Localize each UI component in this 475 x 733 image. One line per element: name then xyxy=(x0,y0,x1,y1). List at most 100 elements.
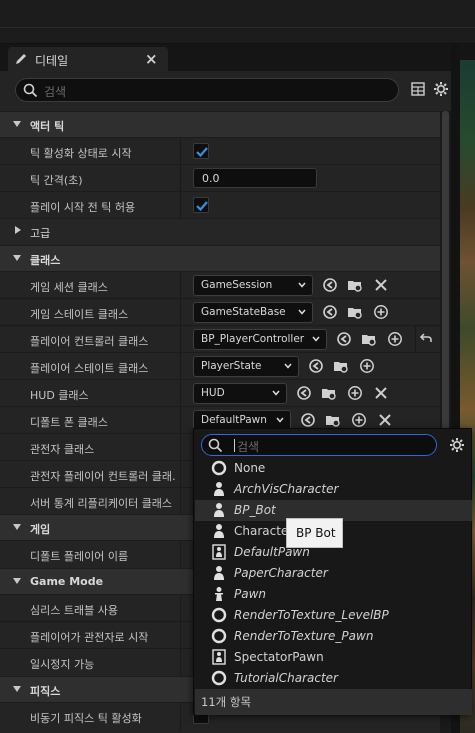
section-classes[interactable]: 클래스 xyxy=(0,245,440,271)
browse-icon[interactable] xyxy=(333,358,349,374)
class-option-rendertotexture-pawn[interactable]: RenderToTexture_Pawn xyxy=(195,626,472,647)
circle-icon xyxy=(211,460,227,476)
option-label: ArchVisCharacter xyxy=(234,482,339,496)
combo-value: GameStateBase xyxy=(201,306,286,318)
tab-details[interactable]: 디테일 × xyxy=(8,47,168,71)
property-label: 관전자 클래스 xyxy=(30,443,95,456)
class-option-rendertotexture-levelbp[interactable]: RenderToTexture_LevelBP xyxy=(195,605,472,626)
section-label: 게임 xyxy=(30,523,51,536)
expand-arrow-icon xyxy=(13,524,21,530)
game-session-combo[interactable]: GameSession xyxy=(193,275,313,296)
class-picker-popup: 검색 None ArchVisCharacter BP_Bot Characte… xyxy=(193,428,472,715)
chevron-down-icon xyxy=(276,417,284,423)
text-caret xyxy=(234,439,235,452)
property-label: 디폴트 폰 클래스 xyxy=(30,416,108,429)
browse-icon[interactable] xyxy=(347,277,363,293)
option-label: RenderToTexture_Pawn xyxy=(234,629,374,643)
add-icon[interactable] xyxy=(351,412,367,428)
browse-icon[interactable] xyxy=(361,331,377,347)
player-state-combo[interactable]: PlayerState xyxy=(193,356,299,377)
option-label: None xyxy=(234,461,266,475)
reset-arrow-icon[interactable] xyxy=(419,331,433,345)
collapse-arrow-icon xyxy=(15,226,21,234)
browse-icon[interactable] xyxy=(321,385,337,401)
section-actor-tick[interactable]: 액터 틱 xyxy=(0,111,440,137)
circle-icon xyxy=(211,628,227,644)
row-start-with-tick: 틱 활성화 상태로 시작 xyxy=(0,137,440,165)
class-option-none[interactable]: None xyxy=(195,458,472,479)
allow-tick-checkbox[interactable] xyxy=(193,197,209,213)
search-placeholder: 검색 xyxy=(44,85,67,99)
property-label: 비동기 피직스 틱 활성화 xyxy=(30,712,142,725)
chevron-down-icon xyxy=(312,336,320,342)
search-icon xyxy=(208,438,223,453)
player-controller-combo[interactable]: BP_PlayerController xyxy=(193,329,327,350)
row-hud-class: HUD 클래스 HUD xyxy=(0,379,440,407)
row-tick-interval: 틱 간격(초) 0.0 xyxy=(0,164,440,192)
property-label: 게임 세션 클래스 xyxy=(30,281,108,294)
circle-icon xyxy=(211,607,227,623)
section-label: 클래스 xyxy=(30,254,61,267)
chevron-down-icon xyxy=(298,282,306,288)
property-label: 디폴트 플레이어 이름 xyxy=(30,550,129,563)
chevron-down-icon xyxy=(272,390,280,396)
use-selected-icon[interactable] xyxy=(300,412,316,428)
section-label: 액터 틱 xyxy=(30,120,65,133)
section-advanced[interactable]: 고급 xyxy=(0,218,440,244)
browse-icon[interactable] xyxy=(325,412,341,428)
add-icon[interactable] xyxy=(387,331,403,347)
add-icon[interactable] xyxy=(347,385,363,401)
property-label: 일시정지 가능 xyxy=(30,658,95,671)
class-option-papercharacter[interactable]: PaperCharacter xyxy=(195,563,472,584)
use-selected-icon[interactable] xyxy=(296,385,312,401)
option-label: Characte xyxy=(234,524,289,538)
clear-icon[interactable] xyxy=(373,277,389,293)
property-label: 게임 스테이트 클래스 xyxy=(30,308,129,321)
use-selected-icon[interactable] xyxy=(336,331,352,347)
class-option-pawn[interactable]: Pawn xyxy=(195,584,472,605)
section-label: Game Mode xyxy=(30,575,104,588)
option-label: PaperCharacter xyxy=(234,566,328,580)
search-input[interactable]: 검색 xyxy=(15,78,399,102)
use-selected-icon[interactable] xyxy=(322,304,338,320)
item-count: 11개 항목 xyxy=(201,695,252,709)
item-count-footer: 11개 항목 xyxy=(195,689,472,715)
combo-value: BP_PlayerController xyxy=(201,333,305,345)
tick-interval-value: 0.0 xyxy=(202,172,220,185)
option-label: BP_Bot xyxy=(234,503,276,517)
clear-icon[interactable] xyxy=(373,385,389,401)
property-label: 플레이어 컨트롤러 클래스 xyxy=(30,335,149,348)
property-label: 플레이어 스테이트 클래스 xyxy=(30,362,149,375)
option-label: RenderToTexture_LevelBP xyxy=(234,608,389,622)
add-icon[interactable] xyxy=(373,304,389,320)
class-option-archvischaracter[interactable]: ArchVisCharacter xyxy=(195,479,472,500)
browse-icon[interactable] xyxy=(347,304,363,320)
row-game-state-class: 게임 스테이트 클래스 GameStateBase xyxy=(0,298,440,326)
gear-icon[interactable] xyxy=(449,437,465,453)
class-option-tutorialcharacter[interactable]: TutorialCharacter xyxy=(195,668,472,689)
add-icon[interactable] xyxy=(359,358,375,374)
section-label: 피직스 xyxy=(30,685,61,698)
hud-combo[interactable]: HUD xyxy=(193,383,287,404)
start-with-tick-checkbox[interactable] xyxy=(193,143,209,159)
property-label: 플레이어가 관전자로 시작 xyxy=(30,631,149,644)
gear-icon[interactable] xyxy=(433,81,449,97)
scrollbar-thumb[interactable] xyxy=(442,111,449,471)
circle-icon xyxy=(211,670,227,686)
row-allow-tick-before-begin: 플레이 시작 전 틱 허용 xyxy=(0,191,440,219)
class-option-spectatorpawn[interactable]: SpectatorPawn xyxy=(195,647,472,668)
character-icon xyxy=(214,482,224,496)
clear-icon[interactable] xyxy=(377,412,393,428)
game-state-combo[interactable]: GameStateBase xyxy=(193,302,313,323)
expand-arrow-icon xyxy=(13,578,21,584)
use-selected-icon[interactable] xyxy=(308,358,324,374)
property-label: 심리스 트래블 사용 xyxy=(30,604,118,617)
option-label: TutorialCharacter xyxy=(234,671,338,685)
tick-interval-field[interactable]: 0.0 xyxy=(193,168,317,188)
use-selected-icon[interactable] xyxy=(322,277,338,293)
popup-search-input[interactable]: 검색 xyxy=(201,434,437,456)
close-icon[interactable]: × xyxy=(145,50,158,68)
table-view-icon[interactable] xyxy=(411,82,425,96)
character-icon xyxy=(214,566,224,580)
chevron-down-icon xyxy=(298,309,306,315)
